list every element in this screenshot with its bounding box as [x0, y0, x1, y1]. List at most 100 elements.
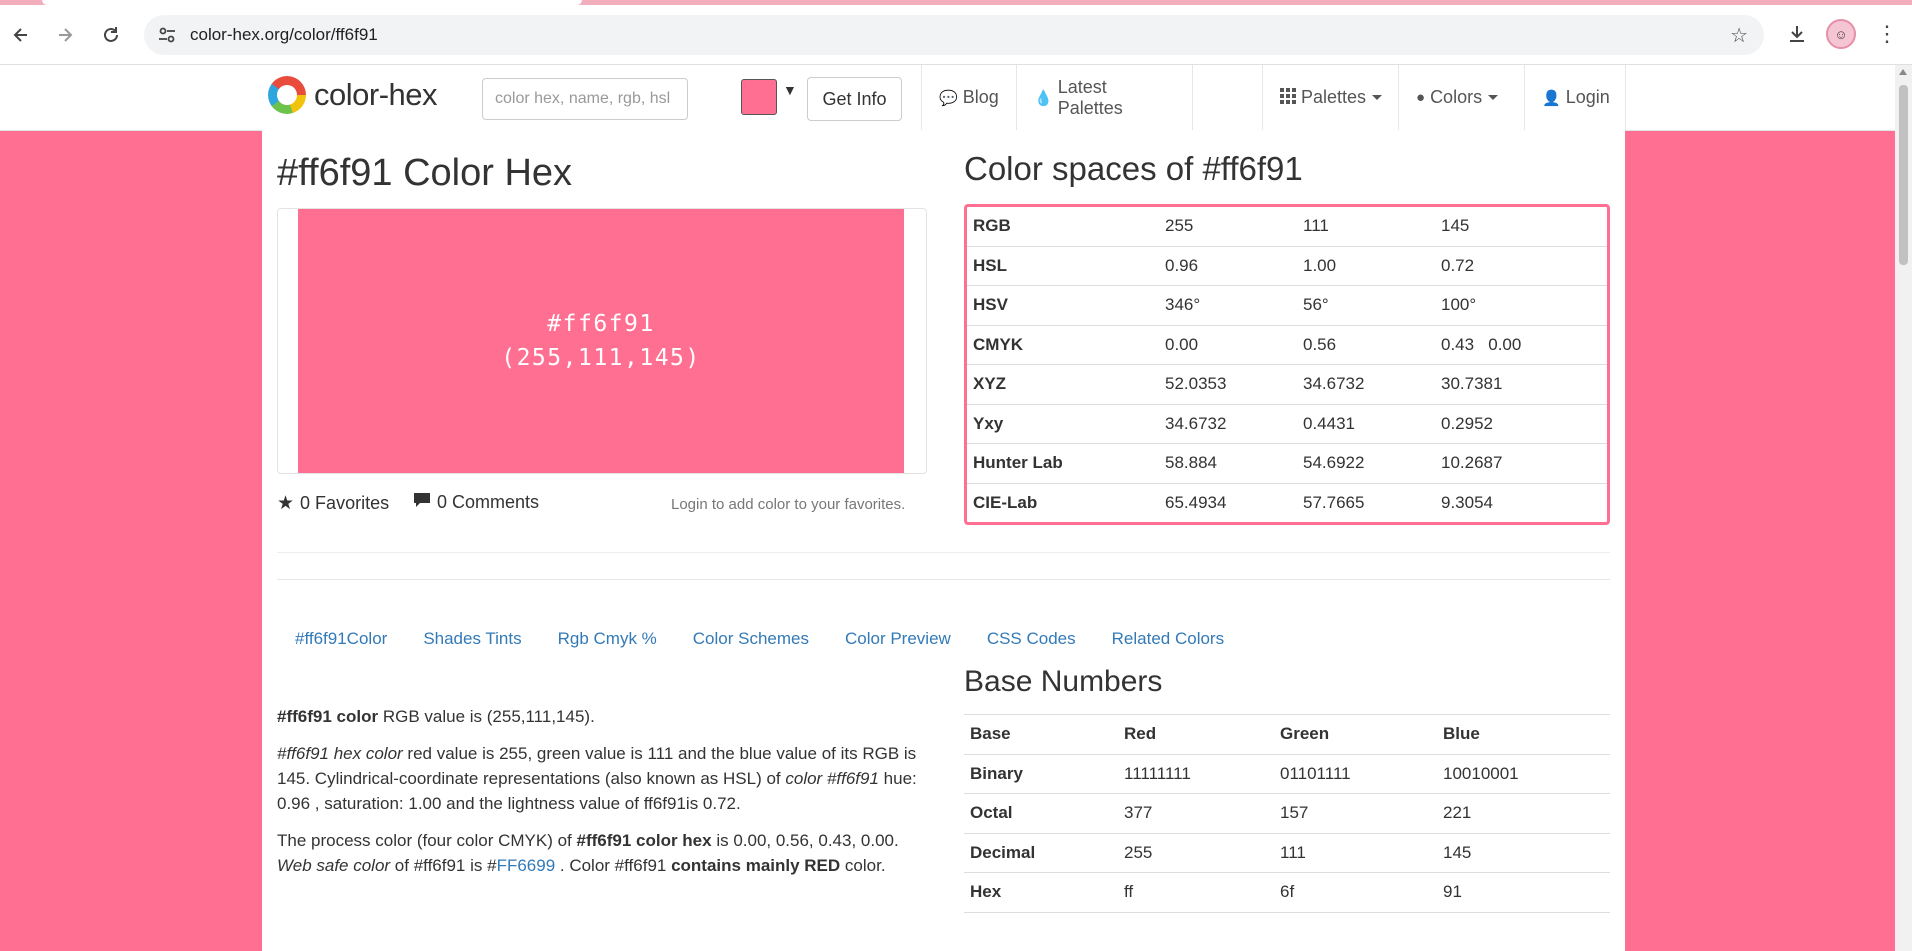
table-row: Yxy 34.6732 0.4431 0.2952 — [967, 403, 1607, 444]
color-space-value: 1.00 — [1303, 255, 1337, 275]
color-space-value: 58.884 — [1165, 453, 1217, 473]
description-italic: Web safe color — [277, 856, 391, 875]
description-bold: #ff6f91 color hex — [576, 831, 712, 850]
tab-shades-tints[interactable]: Shades Tints — [405, 618, 539, 660]
color-space-value: 346° — [1165, 295, 1201, 315]
color-space-name: CIE-Lab — [973, 492, 1038, 512]
download-icon[interactable] — [1782, 18, 1812, 50]
divider — [277, 579, 1610, 580]
color-space-value: 145 — [1441, 216, 1470, 236]
address-bar[interactable]: color-hex.org/color/ff6f91 ☆ — [144, 15, 1764, 55]
base-value: ff — [1124, 882, 1134, 902]
color-space-name: XYZ — [973, 374, 1007, 394]
chat-bubble-icon: 💬 — [939, 89, 958, 107]
tab-color-preview[interactable]: Color Preview — [827, 618, 969, 660]
nav-blog[interactable]: 💬 Blog — [921, 65, 1016, 130]
table-row: CIE-Lab 65.4934 57.7665 9.3054 — [967, 482, 1607, 523]
get-info-button[interactable]: Get Info — [807, 77, 902, 121]
column-header: Red — [1124, 724, 1157, 744]
base-value: 6f — [1280, 882, 1295, 902]
preview-hex-label: #ff6f91 — [547, 311, 655, 337]
base-name: Hex — [970, 882, 1002, 902]
tab-color[interactable]: #ff6f91Color — [277, 618, 405, 660]
scrollbar-thumb[interactable] — [1899, 85, 1908, 265]
profile-icon: ☺ — [1826, 19, 1856, 49]
comments-counter[interactable]: 0 Comments — [413, 492, 539, 513]
tab-css-codes[interactable]: CSS Codes — [969, 618, 1094, 660]
color-space-value: 10.2687 — [1441, 453, 1503, 473]
section-tabs: #ff6f91Color Shades Tints Rgb Cmyk % Col… — [277, 618, 1242, 660]
forward-icon[interactable] — [50, 20, 80, 50]
description-cmyk: The process color (four color CMYK) of #… — [277, 828, 925, 878]
color-preview-swatch: #ff6f91 (255,111,145) — [298, 209, 904, 473]
color-preview-box: #ff6f91 (255,111,145) — [277, 208, 927, 474]
color-picker-caret-icon[interactable]: ▼ — [783, 82, 797, 98]
scroll-up-icon[interactable] — [1899, 69, 1907, 75]
color-search-input[interactable] — [482, 78, 688, 120]
login-favorites-note: Login to add color to your favorites. — [671, 496, 906, 513]
color-space-value: 65.4934 — [1165, 492, 1227, 512]
web-safe-color-link[interactable]: FF6699 — [497, 856, 556, 875]
url-text[interactable]: color-hex.org/color/ff6f91 — [190, 25, 378, 45]
nav-divider — [1192, 65, 1193, 130]
nav-latest-palettes[interactable]: 💧 Latest Palettes — [1016, 65, 1192, 130]
nav-blog-label: Blog — [962, 87, 999, 107]
table-header-row: Base Red Green Blue — [964, 715, 1610, 755]
profile-avatar[interactable]: ☺ — [1826, 18, 1856, 50]
tab-color-schemes[interactable]: Color Schemes — [675, 618, 827, 660]
table-row: Binary 11111111 01101111 10010001 — [964, 755, 1610, 794]
color-space-value: 0.56 — [1303, 334, 1337, 354]
base-value: 255 — [1124, 842, 1153, 862]
base-name: Decimal — [970, 842, 1036, 862]
browser-toolbar: color-hex.org/color/ff6f91 ☆ ☺ ⋮ — [0, 0, 1912, 65]
column-header: Blue — [1443, 724, 1480, 744]
page-scrollbar[interactable] — [1895, 65, 1912, 951]
base-value: 11111111 — [1124, 763, 1191, 783]
nav-login[interactable]: 👤 Login — [1524, 65, 1625, 130]
favorites-counter[interactable]: ★ 0 Favorites — [277, 492, 389, 515]
nav-colors-dropdown[interactable]: ● Colors — [1398, 65, 1524, 130]
nav-palettes-dropdown[interactable]: Palettes — [1262, 65, 1398, 130]
browser-menu-icon[interactable]: ⋮ — [1872, 18, 1902, 50]
base-value: 221 — [1443, 803, 1472, 823]
favorites-label: 0 Favorites — [300, 493, 390, 513]
tab-related-colors[interactable]: Related Colors — [1094, 618, 1242, 660]
color-space-name: Yxy — [973, 413, 1004, 433]
back-icon[interactable] — [6, 20, 36, 50]
color-space-value: 0.72 — [1441, 255, 1475, 275]
description-bold: #ff6f91 color — [277, 707, 379, 726]
logo-text: color-hex — [314, 77, 438, 112]
color-space-value: 52.0353 — [1165, 374, 1227, 394]
site-info-icon[interactable] — [156, 24, 178, 46]
site-logo[interactable]: color-hex — [268, 70, 438, 120]
droplet-icon: 💧 — [1034, 89, 1053, 107]
color-space-name: HSL — [973, 255, 1007, 275]
base-numbers-table: Base Red Green Blue Binary 11111111 0110… — [964, 714, 1610, 913]
description-text: is 0.00, 0.56, 0.43, 0.00. — [711, 831, 899, 850]
color-space-value: 255 — [1165, 216, 1194, 236]
site-navbar: color-hex ▼ Get Info 💬 Blog 💧 Latest Pal… — [0, 65, 1912, 131]
table-row: RGB 255 111 145 — [967, 207, 1607, 246]
color-spaces-table: RGB 255 111 145 HSL 0.96 1.00 0.72 HSV 3… — [964, 204, 1610, 525]
bookmark-star-icon[interactable]: ☆ — [1730, 23, 1748, 48]
color-spaces-title: Color spaces of #ff6f91 — [964, 150, 1303, 187]
base-value: 91 — [1443, 882, 1462, 902]
color-picker-swatch[interactable] — [741, 79, 777, 115]
table-row: Octal 377 157 221 — [964, 794, 1610, 834]
nav-palettes-label: Palettes — [1301, 87, 1367, 107]
description-italic: color #ff6f91 — [785, 769, 879, 788]
description-text: . Color #ff6f91 — [555, 856, 672, 875]
tab-rgb-cmyk[interactable]: Rgb Cmyk % — [540, 618, 675, 660]
circle-icon: ● — [1416, 89, 1426, 106]
star-icon: ★ — [277, 493, 295, 514]
reload-icon[interactable] — [96, 20, 126, 50]
color-space-value: 0.96 — [1165, 255, 1199, 275]
preview-rgb-label: (255,111,145) — [501, 345, 701, 371]
color-space-name: RGB — [973, 216, 1011, 236]
comments-label: 0 Comments — [437, 492, 540, 512]
description-text: The process color (four color CMYK) of — [277, 831, 577, 850]
base-value: 377 — [1124, 803, 1153, 823]
color-space-value: 111 — [1303, 216, 1329, 236]
description-bold: contains mainly RED — [671, 856, 841, 875]
user-icon: 👤 — [1542, 89, 1561, 107]
